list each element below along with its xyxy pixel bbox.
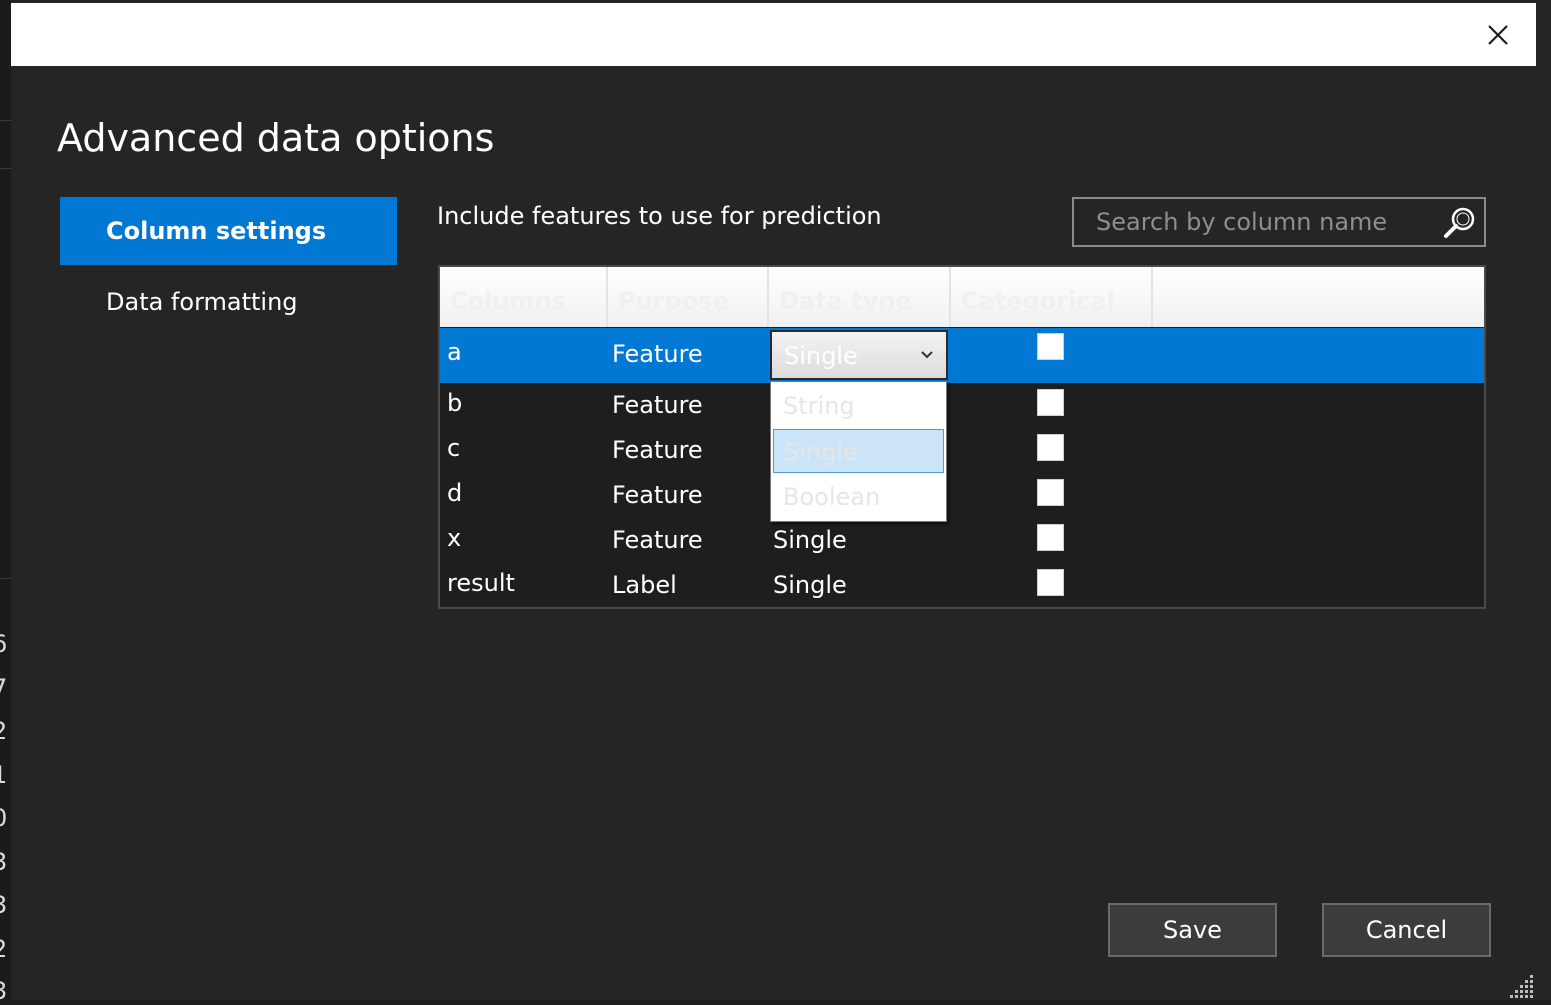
cell-purpose: Feature [612,481,703,509]
grid-header: Columns Purpose Data type Categorical [440,267,1484,327]
categorical-checkbox[interactable] [1037,479,1064,506]
header-columns[interactable]: Columns [440,267,608,327]
table-row-selected[interactable]: a Feature Single [440,328,1484,383]
resize-grip-icon[interactable] [1509,972,1535,998]
gutter-number: 3 [0,850,7,874]
instructions-text: Include features to use for prediction [437,202,882,230]
gutter-divider [0,578,11,579]
search-icon[interactable] [1442,205,1478,241]
close-button[interactable] [1482,19,1514,51]
cell-data-type[interactable]: Single [773,571,847,599]
gutter-number: 3 [0,893,7,917]
gutter-number: 2 [0,719,7,743]
table-row[interactable]: b Feature Single [440,385,1484,430]
gutter-number: 0 [0,806,7,830]
columns-grid: Columns Purpose Data type Categorical a … [438,265,1486,609]
gutter-divider [0,168,11,169]
table-row[interactable]: x Feature Single [440,520,1484,565]
categorical-checkbox[interactable] [1037,389,1064,416]
search-box [1072,197,1486,247]
close-icon [1488,25,1508,45]
gutter-number: 2 [0,937,7,961]
categorical-checkbox[interactable] [1037,333,1064,360]
cell-purpose: Feature [612,526,703,554]
header-data-type[interactable]: Data type [769,267,951,327]
header-categorical[interactable]: Categorical [951,267,1153,327]
cell-data-type[interactable]: Single [773,526,847,554]
cell-column-name: c [447,434,461,462]
categorical-checkbox[interactable] [1037,524,1064,551]
gutter-number: 3 [0,979,7,1003]
cell-purpose: Feature [612,340,703,368]
cancel-button[interactable]: Cancel [1322,903,1491,957]
data-type-dropdown-list: String Single Boolean [770,381,947,522]
cell-column-name: result [447,569,515,597]
nav-item-data-formatting[interactable]: Data formatting [60,268,397,336]
data-type-combobox[interactable]: Single [770,330,948,380]
gutter-divider [0,120,11,121]
cell-column-name: b [447,389,463,417]
dropdown-option-single[interactable]: Single [773,429,944,473]
search-input[interactable] [1074,199,1434,245]
table-row[interactable]: d Feature Single [440,475,1484,520]
dropdown-option-string[interactable]: String [773,384,944,428]
table-row[interactable]: c Feature Single [440,430,1484,475]
gutter-number: 7 [0,676,7,700]
header-purpose[interactable]: Purpose [608,267,769,327]
cell-column-name: x [447,524,462,552]
categorical-checkbox[interactable] [1037,569,1064,596]
background-window-gutter: 6 7 2 1 0 3 3 2 3 [0,0,11,1003]
cell-column-name: a [447,338,462,366]
dialog-title: Advanced data options [57,116,495,160]
combobox-value: Single [784,342,858,370]
cell-column-name: d [447,479,463,507]
chevron-down-icon [921,351,933,359]
table-row[interactable]: result Label Single [440,565,1484,610]
save-button[interactable]: Save [1108,903,1277,957]
cell-purpose: Label [612,571,677,599]
cell-purpose: Feature [612,391,703,419]
gutter-number: 1 [0,763,7,787]
dialog-title-bar [11,3,1536,66]
nav-item-column-settings[interactable]: Column settings [60,197,397,265]
gutter-number: 6 [0,632,7,656]
dropdown-option-boolean[interactable]: Boolean [773,475,944,519]
advanced-data-options-dialog: Advanced data options Column settings Da… [11,0,1551,1000]
cell-purpose: Feature [612,436,703,464]
categorical-checkbox[interactable] [1037,434,1064,461]
